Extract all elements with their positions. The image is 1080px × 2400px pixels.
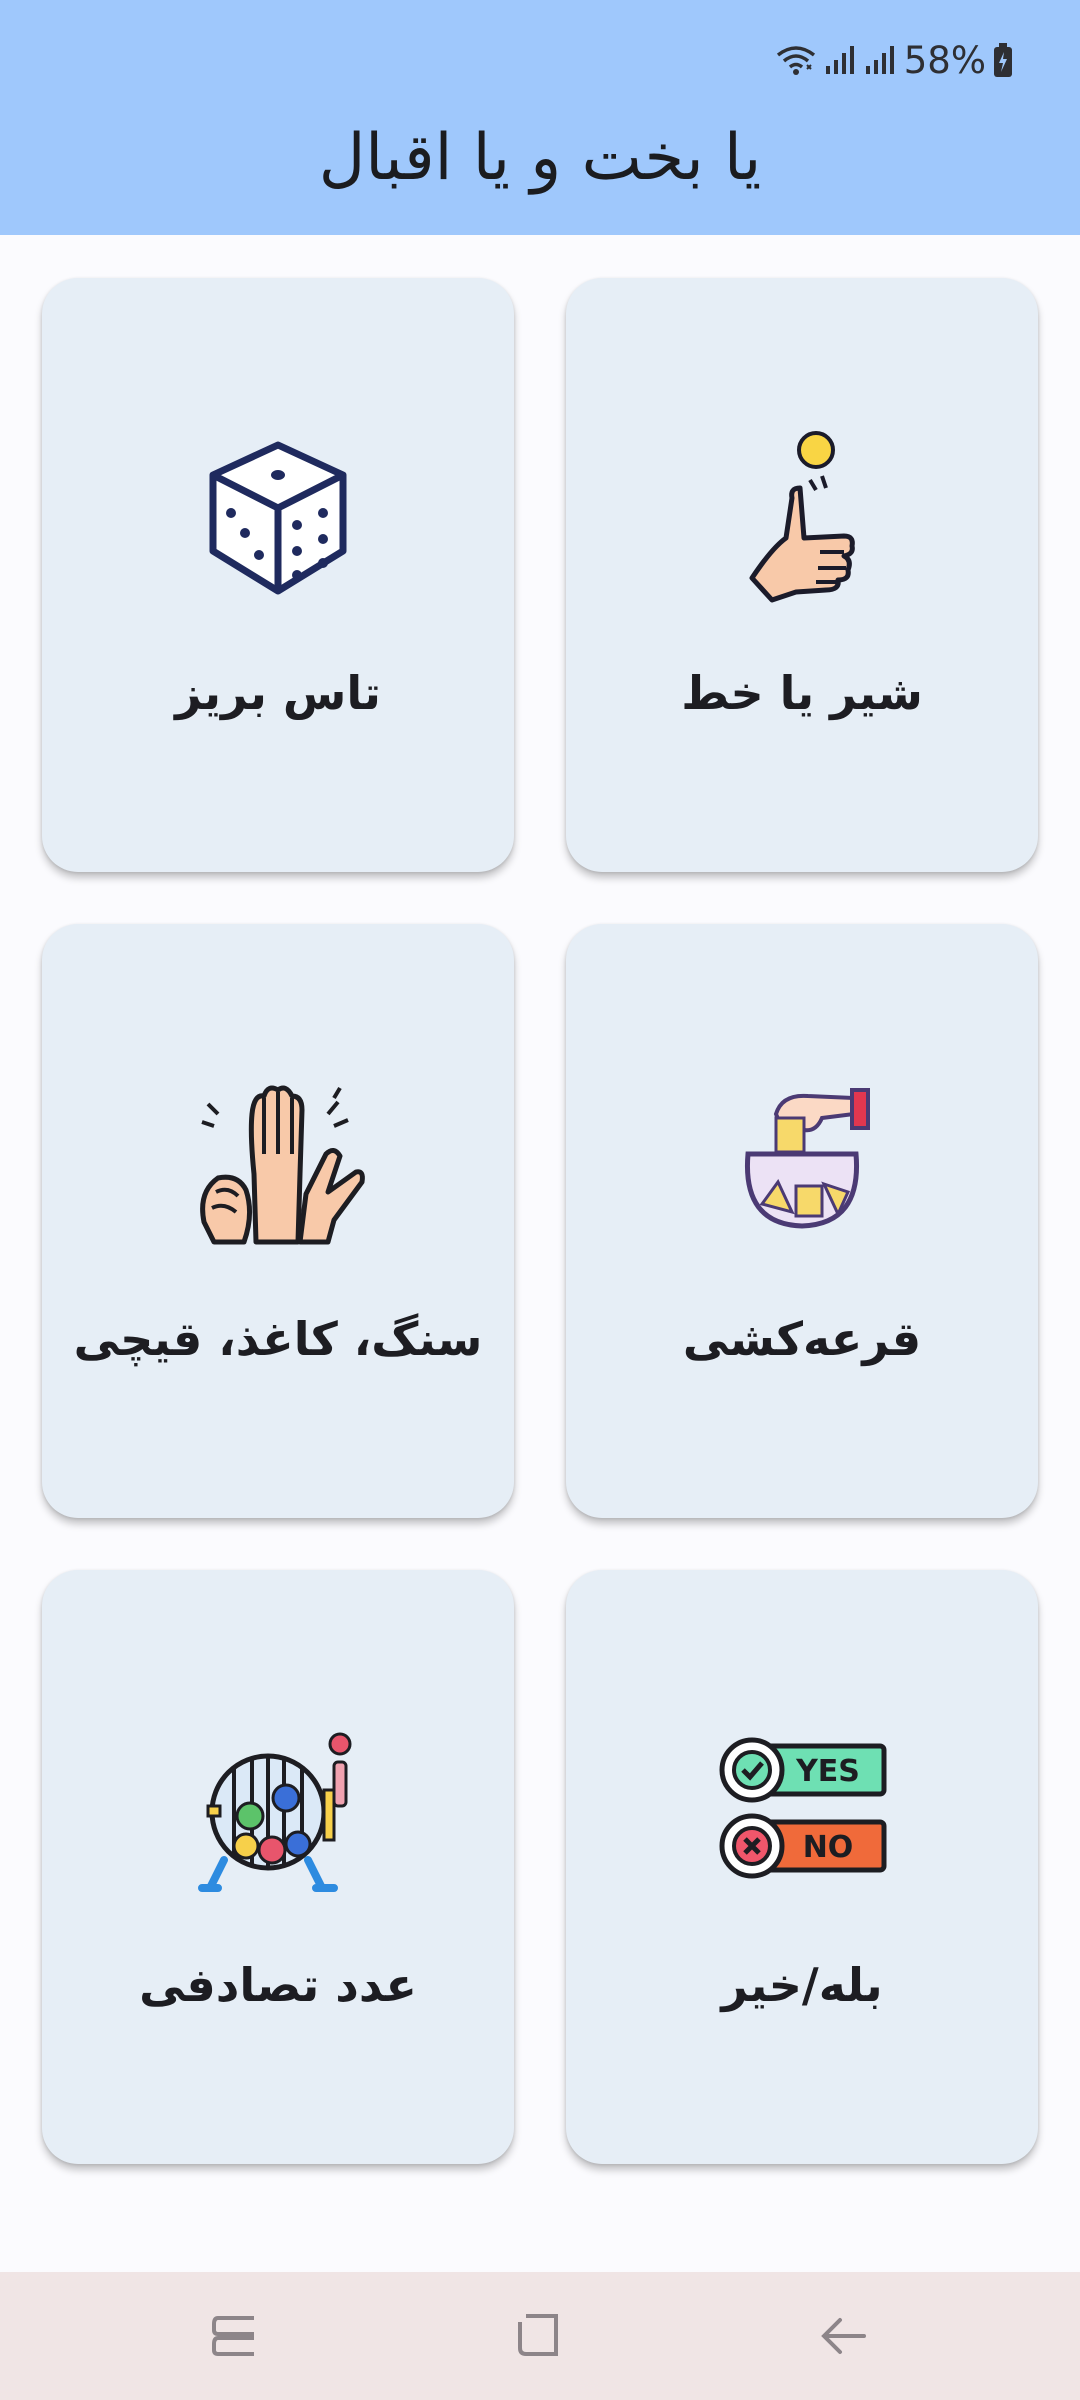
random-number-card[interactable]: عدد تصادفی (42, 1570, 514, 2164)
yes-no-card[interactable]: YES NO بله/خیر (566, 1570, 1038, 2164)
yes-no-label: بله/خیر (721, 1958, 883, 2012)
coin-flip-label: شیر یا خط (681, 666, 923, 720)
battery-percent: 58% (903, 38, 986, 82)
lottery-draw-icon (566, 1074, 1038, 1254)
lottery-draw-card[interactable]: قرعه‌کشی (566, 924, 1038, 1518)
dice-card[interactable]: تاس بریز (42, 278, 514, 872)
signal-icon (864, 44, 898, 76)
recents-icon[interactable] (200, 2300, 272, 2372)
yes-text: YES (795, 1754, 860, 1789)
rock-paper-scissors-icon (42, 1074, 514, 1254)
system-nav-bar (0, 2272, 1080, 2400)
rock-paper-scissors-card[interactable]: سنگ، کاغذ، قیچی (42, 924, 514, 1518)
yes-no-icon: YES NO (566, 1720, 1038, 1900)
signal-icon (824, 44, 858, 76)
coin-flip-card[interactable]: شیر یا خط (566, 278, 1038, 872)
app-header: 58% یا بخت و یا اقبال (0, 0, 1080, 235)
back-icon[interactable] (808, 2300, 880, 2372)
home-icon[interactable] (504, 2300, 576, 2372)
page-title: یا بخت و یا اقبال (318, 121, 762, 195)
dice-icon (42, 428, 514, 608)
rock-paper-scissors-label: سنگ، کاغذ، قیچی (73, 1312, 483, 1366)
no-text: NO (803, 1830, 854, 1865)
wifi-icon (774, 43, 818, 77)
dice-label: تاس بریز (175, 666, 381, 720)
lottery-draw-label: قرعه‌کشی (682, 1312, 922, 1366)
coin-flip-icon (566, 428, 1038, 608)
status-bar: 58% (774, 36, 1014, 84)
battery-icon (992, 42, 1014, 78)
bingo-cage-icon (42, 1720, 514, 1900)
random-number-label: عدد تصادفی (139, 1958, 417, 2012)
